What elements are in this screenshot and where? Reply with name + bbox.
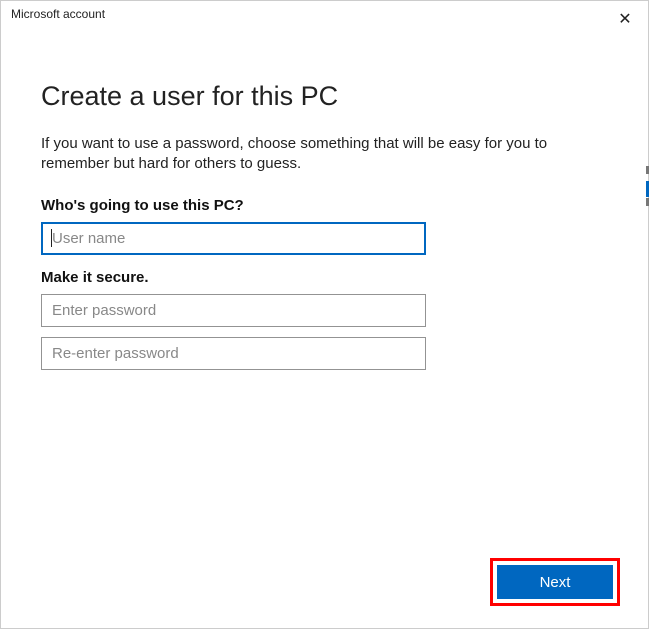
dialog-window: Microsoft account ✕ Create a user for th…	[0, 0, 649, 629]
username-field-wrap	[41, 222, 426, 255]
reenter-password-input[interactable]	[41, 337, 426, 370]
content-area: Create a user for this PC If you want to…	[1, 31, 648, 370]
page-title: Create a user for this PC	[41, 81, 608, 112]
password-section-label: Make it secure.	[41, 269, 608, 286]
titlebar: Microsoft account ✕	[1, 1, 648, 31]
text-cursor	[51, 229, 52, 247]
username-section-label: Who's going to use this PC?	[41, 197, 608, 214]
close-icon: ✕	[618, 9, 631, 29]
close-button[interactable]: ✕	[614, 7, 638, 31]
highlight-box: Next	[490, 558, 620, 606]
edge-decoration	[646, 166, 649, 174]
password-section: Make it secure.	[41, 269, 608, 370]
edge-decoration	[646, 181, 649, 197]
edge-decoration	[646, 198, 649, 206]
password-input[interactable]	[41, 294, 426, 327]
window-title: Microsoft account	[11, 7, 105, 21]
username-input[interactable]	[41, 222, 426, 255]
page-subtitle: If you want to use a password, choose so…	[41, 134, 608, 175]
footer: Next	[490, 558, 620, 606]
next-button[interactable]: Next	[497, 565, 613, 599]
